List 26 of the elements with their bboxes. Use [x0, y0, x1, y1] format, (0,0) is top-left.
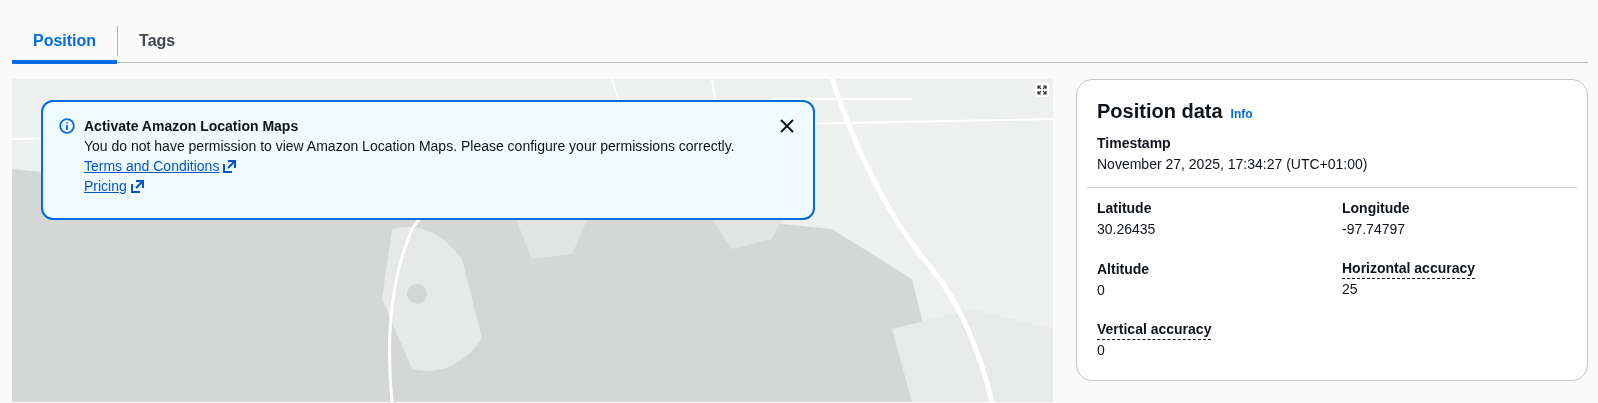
field-label[interactable]: Horizontal accuracy [1342, 259, 1476, 279]
external-link[interactable]: Terms and Conditions [84, 156, 237, 176]
field-value: -97.74797 [1342, 220, 1406, 239]
field-label: Altitude [1097, 260, 1150, 279]
fullscreen-button[interactable] [1035, 83, 1049, 97]
close-icon [780, 119, 794, 133]
external-link-icon [223, 159, 237, 173]
field-value: 30.26435 [1097, 220, 1156, 239]
info-icon [59, 118, 75, 134]
field-value: 25 [1342, 280, 1358, 299]
field-label: Timestamp [1097, 134, 1172, 153]
field-value: 0 [1097, 341, 1105, 360]
field-label: Latitude [1097, 199, 1152, 218]
expand-icon [1037, 85, 1047, 95]
info-link[interactable]: Info [1230, 105, 1253, 123]
external-link[interactable]: Pricing [84, 176, 144, 196]
field-value: 0 [1097, 281, 1105, 300]
tab[interactable]: Tags [118, 20, 197, 64]
alert-title: Activate Amazon Location Maps [84, 117, 300, 136]
field-value: November 27, 2025, 17:34:27 (UTC+01:00) [1097, 155, 1369, 174]
field-label: Longitude [1342, 199, 1410, 218]
tab[interactable]: Position [12, 20, 118, 64]
field-label[interactable]: Vertical accuracy [1097, 320, 1212, 340]
external-link-icon [130, 179, 144, 193]
alert-message: You do not have permission to view Amazon Location Maps. Please configure your permissions correctly. [84, 137, 736, 156]
panel-title: Position data [1097, 99, 1223, 124]
